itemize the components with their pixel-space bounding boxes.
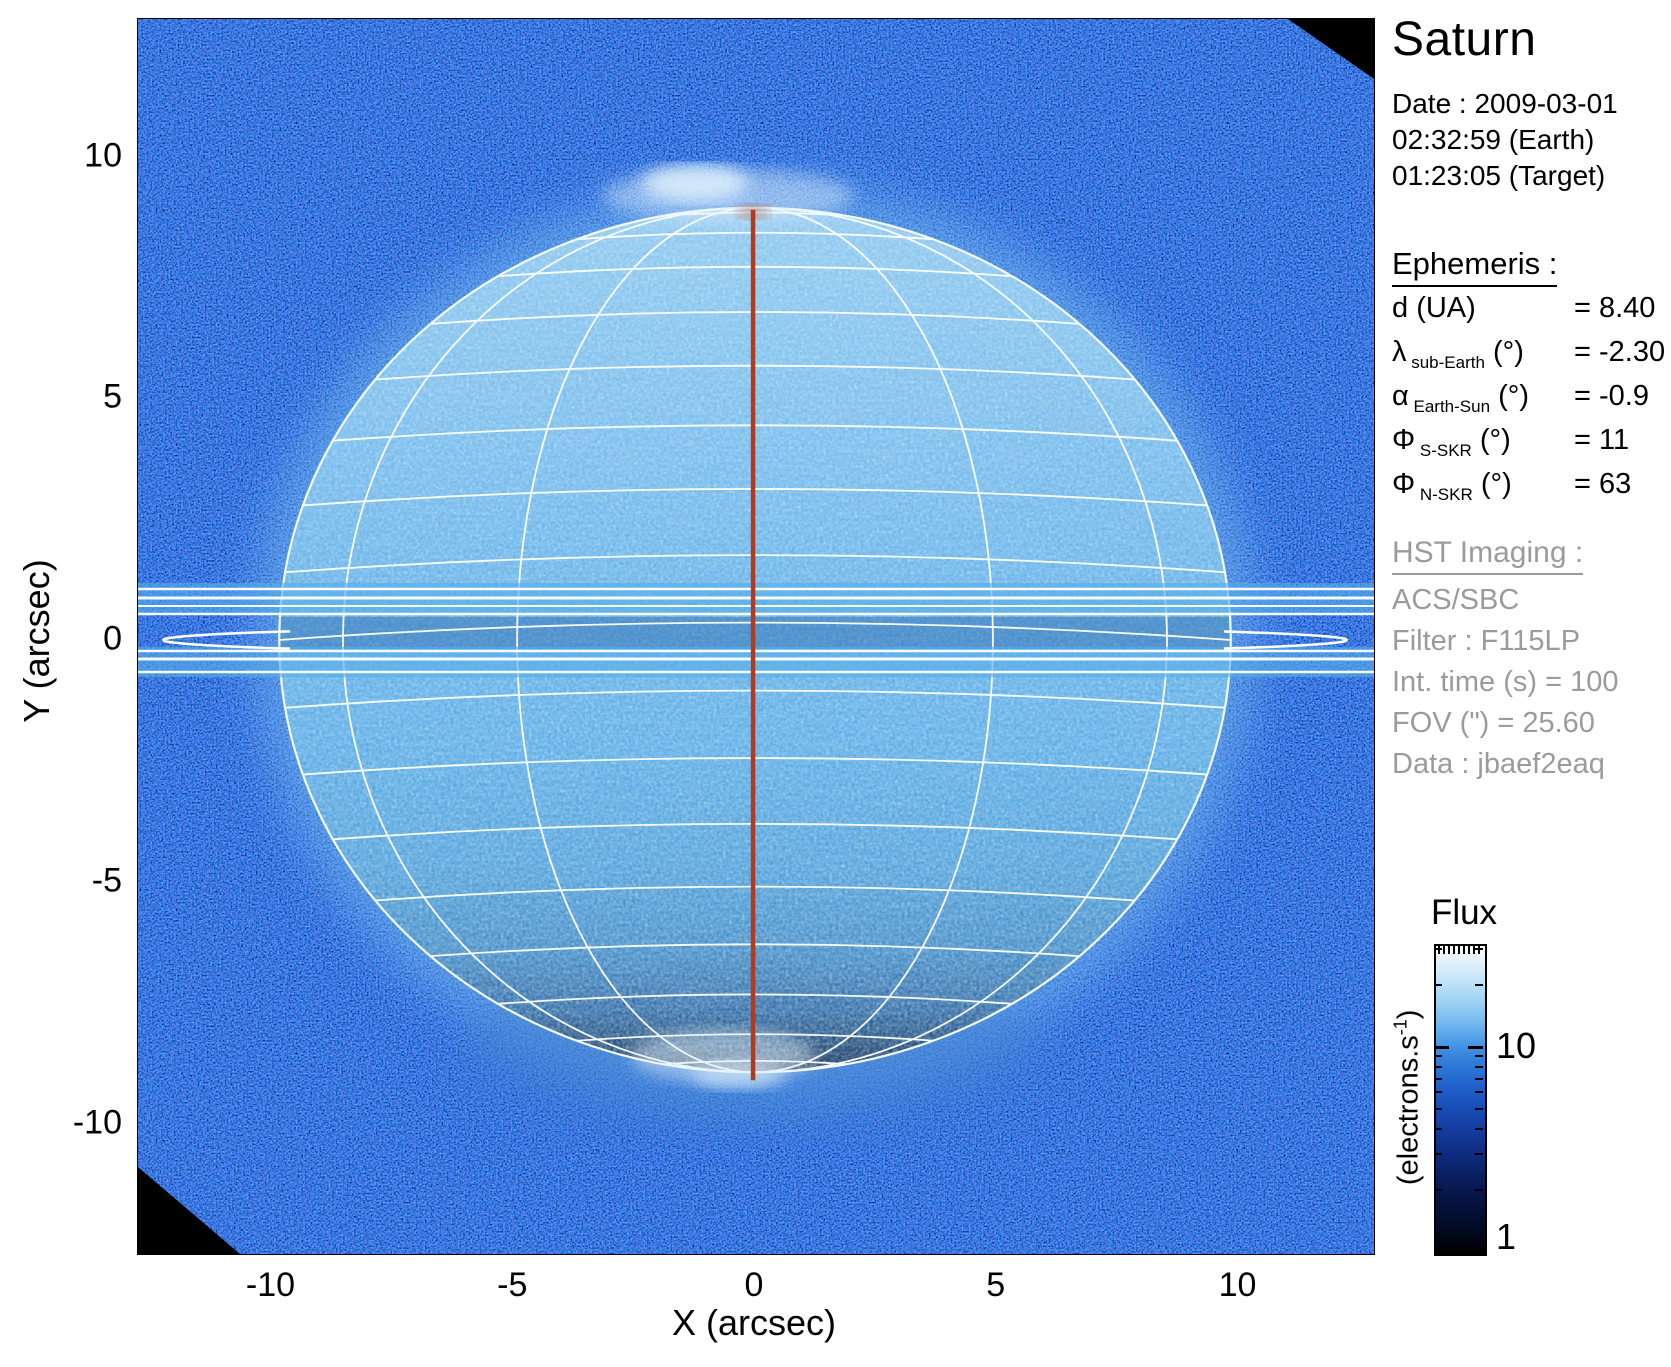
image-panel bbox=[137, 18, 1375, 1255]
colorbar-minor-tick bbox=[1434, 1153, 1442, 1155]
colorbar-minor-tick bbox=[1475, 1091, 1483, 1093]
ephemeris-row: λ sub-Earth (°)= -2.30 bbox=[1392, 336, 1665, 380]
colorbar-minor-tick bbox=[1475, 1055, 1483, 1057]
ephemeris-subscript: Earth-Sun bbox=[1409, 397, 1490, 416]
colorbar-major-tick bbox=[1468, 1046, 1483, 1049]
colorbar-top-tick bbox=[1468, 946, 1470, 954]
ephemeris-unit: (°) bbox=[1472, 424, 1511, 456]
colorbar-tick-label: 1 bbox=[1496, 1216, 1516, 1258]
colorbar-top-tick bbox=[1448, 946, 1450, 954]
hst-detail-line: ACS/SBC bbox=[1392, 580, 1618, 621]
y-tick-label: -10 bbox=[18, 1103, 122, 1142]
ephemeris-row: Φ S-SKR (°)= 11 bbox=[1392, 424, 1665, 468]
ephemeris-label: Φ N-SKR (°) bbox=[1392, 468, 1574, 505]
x-tick-label: 0 bbox=[745, 1266, 764, 1305]
ephemeris-row: Φ N-SKR (°)= 63 bbox=[1392, 468, 1665, 512]
colorbar-top-tick bbox=[1443, 946, 1445, 954]
saturn-figure-page: -10-50510 1050-5-10 X (arcsec) Y (arcsec… bbox=[0, 0, 1671, 1367]
colorbar-minor-tick bbox=[1434, 1189, 1442, 1191]
north-meridian-glow bbox=[737, 205, 769, 219]
ephemeris-subscript: S-SKR bbox=[1415, 441, 1472, 460]
ephemeris-value: = 11 bbox=[1574, 424, 1629, 457]
ephemeris-subscript: N-SKR bbox=[1415, 485, 1473, 504]
ephemeris-label: Φ S-SKR (°) bbox=[1392, 424, 1574, 461]
y-tick-label: -5 bbox=[18, 861, 122, 900]
x-tick-label: 5 bbox=[986, 1266, 1005, 1305]
ephemeris-symbol: Φ bbox=[1392, 468, 1415, 500]
colorbar-top-tick bbox=[1458, 946, 1460, 954]
hst-imaging-heading: HST Imaging : bbox=[1392, 536, 1583, 575]
hst-detail-line: Int. time (s) = 100 bbox=[1392, 662, 1618, 703]
ephemeris-row: α Earth-Sun (°)= -0.9 bbox=[1392, 380, 1665, 424]
colorbar-minor-tick bbox=[1434, 1091, 1442, 1093]
colorbar-minor-tick bbox=[1434, 1108, 1442, 1110]
colorbar-top-tick bbox=[1478, 946, 1480, 954]
colorbar-unit-label: (electrons.s-1) bbox=[1391, 932, 1426, 1262]
ephemeris-value: = 8.40 bbox=[1574, 292, 1655, 325]
ephemeris-symbol: λ bbox=[1392, 336, 1407, 368]
colorbar-minor-tick bbox=[1475, 1128, 1483, 1130]
ephemeris-heading: Ephemeris : bbox=[1392, 246, 1557, 287]
colorbar-minor-tick bbox=[1475, 1108, 1483, 1110]
x-tick-label: -5 bbox=[497, 1266, 527, 1305]
ring-shadow-lane bbox=[138, 617, 1374, 649]
x-tick-label: -10 bbox=[246, 1266, 295, 1305]
ephemeris-unit: (UA) bbox=[1408, 292, 1476, 324]
colorbar-top-tick bbox=[1453, 946, 1455, 954]
colorbar-top-tick bbox=[1463, 946, 1465, 954]
ephemeris-unit: (°) bbox=[1473, 468, 1512, 500]
observation-date: Date : 2009-03-01 bbox=[1392, 86, 1618, 122]
colorbar-minor-tick bbox=[1434, 1055, 1442, 1057]
ephemeris-unit: (°) bbox=[1485, 336, 1524, 368]
hst-detail-line: Data : jbaef2eaq bbox=[1392, 744, 1618, 785]
auroral-spot bbox=[602, 169, 853, 222]
y-tick-label: 10 bbox=[18, 136, 122, 175]
flux-colorbar bbox=[1434, 944, 1487, 1256]
ephemeris-label: d (UA) bbox=[1392, 292, 1574, 325]
ephemeris-label: α Earth-Sun (°) bbox=[1392, 380, 1574, 417]
colorbar-minor-tick bbox=[1475, 1153, 1483, 1155]
ephemeris-symbol: d bbox=[1392, 292, 1408, 324]
target-time: 01:23:05 (Target) bbox=[1392, 158, 1618, 194]
auroral-spot bbox=[692, 1061, 784, 1090]
observation-info: Date : 2009-03-01 02:32:59 (Earth) 01:23… bbox=[1392, 86, 1618, 194]
colorbar-top-tick bbox=[1438, 946, 1440, 954]
colorbar-top-tick bbox=[1473, 946, 1475, 954]
colorbar-minor-tick bbox=[1434, 1066, 1442, 1068]
colorbar-minor-tick bbox=[1475, 1189, 1483, 1191]
ephemeris-row: d (UA)= 8.40 bbox=[1392, 292, 1665, 336]
hst-detail-line: Filter : F115LP bbox=[1392, 621, 1618, 662]
saturn-image bbox=[138, 19, 1374, 1254]
earth-time: 02:32:59 (Earth) bbox=[1392, 122, 1618, 158]
colorbar-title: Flux bbox=[1394, 893, 1534, 933]
ephemeris-value: = -0.9 bbox=[1574, 380, 1649, 413]
ephemeris-value: = -2.30 bbox=[1574, 336, 1665, 369]
ephemeris-symbol: Φ bbox=[1392, 424, 1415, 456]
hst-imaging-details: ACS/SBCFilter : F115LPInt. time (s) = 10… bbox=[1392, 580, 1618, 785]
x-tick-label: 10 bbox=[1219, 1266, 1257, 1305]
ephemeris-unit: (°) bbox=[1490, 380, 1529, 412]
y-axis-label: Y (arcsec) bbox=[16, 491, 58, 791]
hst-detail-line: FOV (") = 25.60 bbox=[1392, 703, 1618, 744]
x-axis-label: X (arcsec) bbox=[604, 1302, 904, 1344]
colorbar-tick-label: 10 bbox=[1496, 1025, 1536, 1067]
ephemeris-table: d (UA)= 8.40λ sub-Earth (°)= -2.30α Eart… bbox=[1392, 292, 1665, 512]
ephemeris-symbol: α bbox=[1392, 380, 1409, 412]
colorbar-minor-tick bbox=[1475, 1066, 1483, 1068]
colorbar-minor-tick bbox=[1434, 1128, 1442, 1130]
figure-title: Saturn bbox=[1392, 12, 1536, 67]
ephemeris-subscript: sub-Earth bbox=[1407, 353, 1485, 372]
colorbar-minor-tick bbox=[1475, 1078, 1483, 1080]
colorbar-major-tick bbox=[1434, 1046, 1449, 1049]
ephemeris-label: λ sub-Earth (°) bbox=[1392, 336, 1574, 373]
colorbar-minor-tick bbox=[1475, 984, 1483, 986]
y-tick-label: 5 bbox=[18, 378, 122, 417]
colorbar-minor-tick bbox=[1434, 1078, 1442, 1080]
colorbar-minor-tick bbox=[1434, 984, 1442, 986]
ephemeris-value: = 63 bbox=[1574, 468, 1631, 501]
